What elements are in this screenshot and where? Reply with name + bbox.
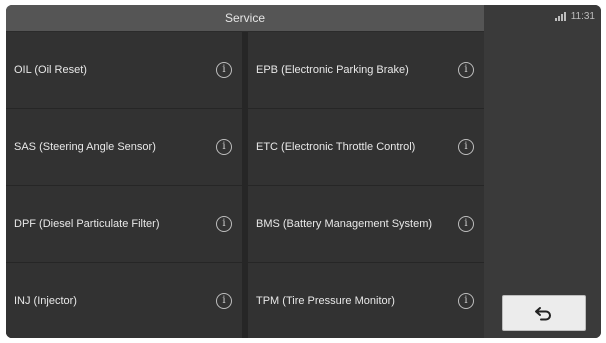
service-dpf[interactable]: DPF (Diesel Particulate Filter) i	[6, 186, 242, 262]
page-title: Service	[224, 11, 265, 25]
service-label: INJ (Injector)	[14, 295, 77, 307]
service-label: DPF (Diesel Particulate Filter)	[14, 218, 160, 230]
right-panel: 11:31	[484, 5, 601, 338]
service-label: TPM (Tire Pressure Monitor)	[256, 295, 395, 307]
service-grid: OIL (Oil Reset) i EPB (Electronic Parkin…	[6, 32, 484, 338]
status-time: 11:31	[570, 11, 595, 22]
service-label: SAS (Steering Angle Sensor)	[14, 141, 156, 153]
info-icon[interactable]: i	[458, 216, 474, 232]
service-label: OIL (Oil Reset)	[14, 64, 87, 76]
info-icon[interactable]: i	[458, 139, 474, 155]
screen: Service OIL (Oil Reset) i EPB (Electroni…	[6, 5, 601, 338]
back-button[interactable]	[502, 295, 586, 331]
info-icon[interactable]: i	[216, 62, 232, 78]
service-label: EPB (Electronic Parking Brake)	[256, 64, 409, 76]
service-tpm[interactable]: TPM (Tire Pressure Monitor) i	[248, 263, 484, 338]
info-icon[interactable]: i	[216, 216, 232, 232]
header-bar: Service	[6, 5, 484, 31]
service-etc[interactable]: ETC (Electronic Throttle Control) i	[248, 109, 484, 185]
service-inj[interactable]: INJ (Injector) i	[6, 263, 242, 338]
info-icon[interactable]: i	[458, 62, 474, 78]
status-bar: 11:31	[554, 11, 595, 22]
back-arrow-icon	[535, 307, 551, 321]
service-sas[interactable]: SAS (Steering Angle Sensor) i	[6, 109, 242, 185]
signal-icon	[554, 12, 566, 21]
service-label: BMS (Battery Management System)	[256, 218, 433, 230]
info-icon[interactable]: i	[216, 139, 232, 155]
device-frame: Service OIL (Oil Reset) i EPB (Electroni…	[0, 0, 606, 343]
service-label: ETC (Electronic Throttle Control)	[256, 141, 416, 153]
service-epb[interactable]: EPB (Electronic Parking Brake) i	[248, 32, 484, 108]
service-bms[interactable]: BMS (Battery Management System) i	[248, 186, 484, 262]
service-oil-reset[interactable]: OIL (Oil Reset) i	[6, 32, 242, 108]
info-icon[interactable]: i	[458, 293, 474, 309]
info-icon[interactable]: i	[216, 293, 232, 309]
